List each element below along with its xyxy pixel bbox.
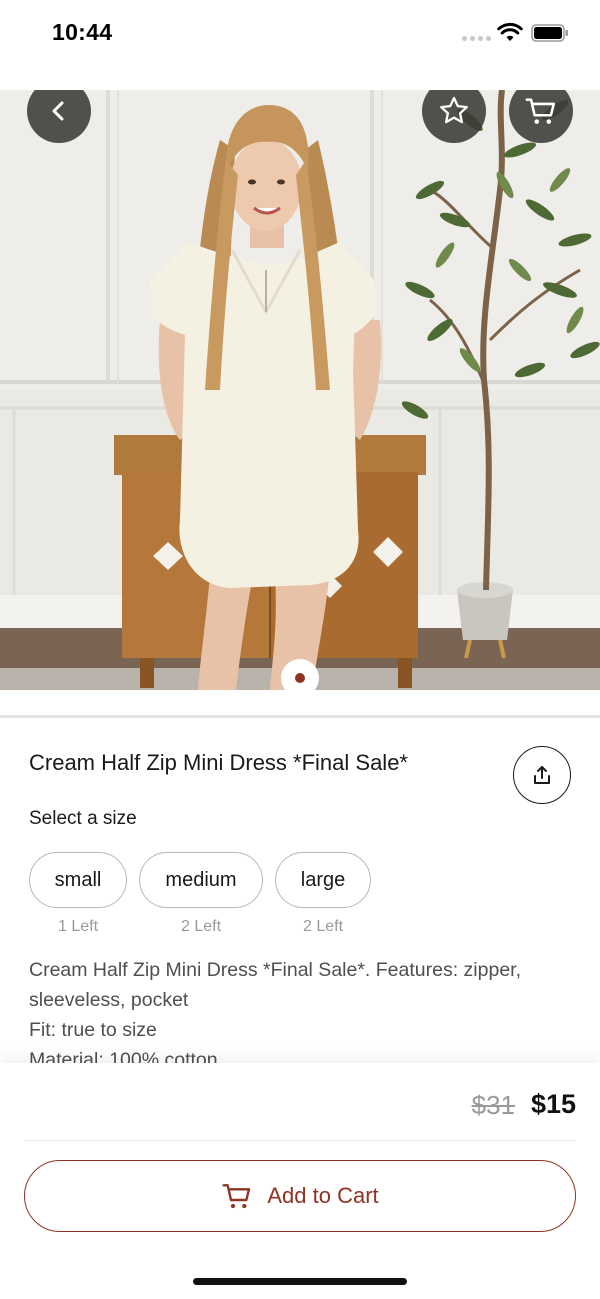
size-option-small[interactable]: small	[29, 852, 127, 908]
divider	[0, 715, 600, 718]
description-line: Fit: true to size	[29, 1019, 157, 1041]
add-to-cart-label: Add to Cart	[267, 1183, 379, 1208]
sale-price: $15	[530, 1089, 576, 1119]
chevron-left-icon	[52, 101, 64, 121]
cart-icon	[222, 1184, 251, 1209]
size-option-medium[interactable]: medium	[139, 852, 263, 908]
pager-dot-active	[295, 673, 305, 683]
description-line: Material: 100% cotton	[29, 1049, 218, 1063]
wifi-icon	[497, 22, 523, 41]
signal-dots-icon	[462, 36, 491, 41]
stock-count-large: 2 Left	[302, 918, 344, 935]
product-description: Cream Half Zip Mini Dress *Final Sale*. …	[29, 955, 574, 1063]
share-button[interactable]	[513, 746, 571, 804]
stock-count-medium: 2 Left	[180, 918, 222, 935]
product-photo	[0, 90, 600, 690]
product-image[interactable]	[0, 90, 600, 690]
share-icon	[534, 766, 550, 784]
status-time: 10:44	[52, 19, 113, 45]
star-outline-icon	[440, 96, 468, 124]
cart-icon	[525, 98, 556, 124]
add-to-cart-button[interactable]: Add to Cart	[24, 1160, 576, 1232]
battery-icon	[531, 24, 568, 42]
original-price: $31	[471, 1090, 515, 1120]
size-section-label: Select a size	[29, 808, 137, 829]
size-option-large[interactable]: large	[275, 852, 371, 908]
description-line: Cream Half Zip Mini Dress *Final Sale*. …	[29, 959, 522, 1011]
home-indicator[interactable]	[193, 1278, 407, 1285]
status-bar: 10:44	[0, 0, 600, 90]
product-title: Cream Half Zip Mini Dress *Final Sale*	[29, 750, 408, 775]
divider	[24, 1140, 576, 1141]
image-pager-indicator[interactable]	[281, 659, 319, 697]
stock-count-small: 1 Left	[57, 918, 99, 935]
